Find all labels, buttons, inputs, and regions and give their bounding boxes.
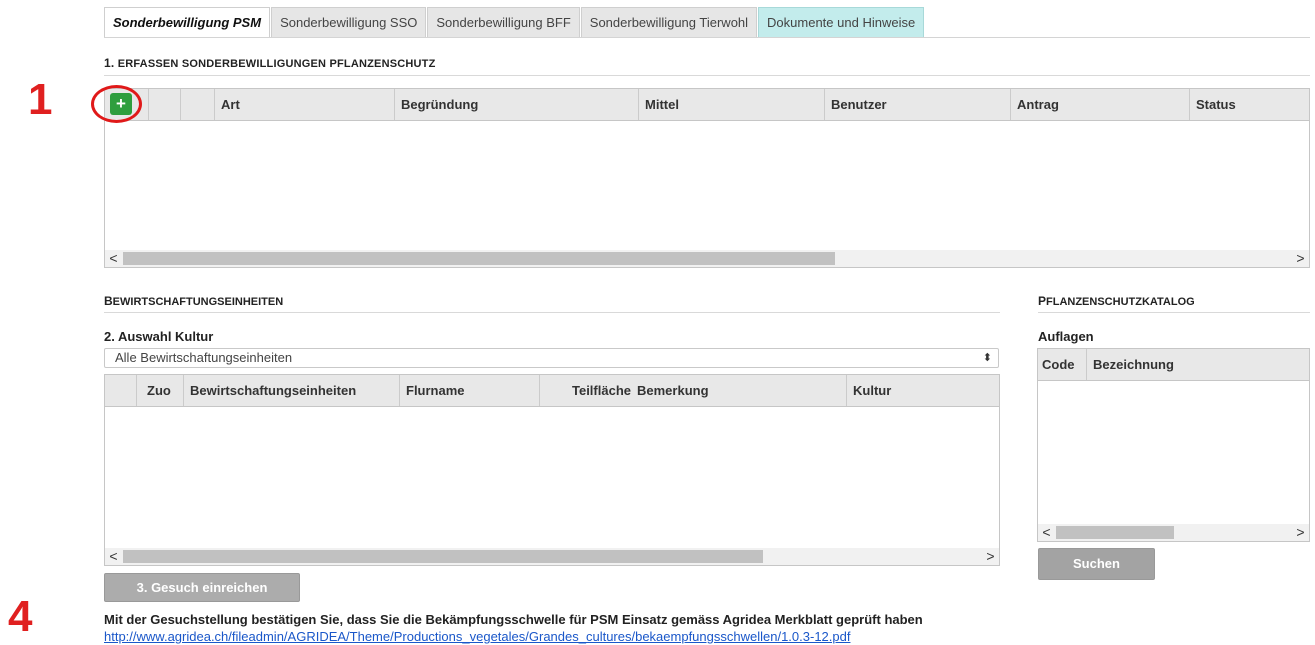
column-header-zuo[interactable]: Zuo (136, 375, 183, 406)
marker-1: 1 (28, 75, 53, 124)
grid-header: Zuo Bewirtschaftungseinheiten Flurname T… (105, 375, 999, 407)
agridea-merkblatt-link[interactable]: http://www.agridea.ch/fileadmin/AGRIDEA/… (104, 629, 850, 644)
grid-column-blank (148, 89, 180, 120)
grid-header: Code Bezeichnung (1038, 349, 1309, 381)
tab-divider (104, 37, 1310, 38)
scroll-left-icon[interactable]: < (105, 250, 122, 267)
select-value: Alle Bewirtschaftungseinheiten (115, 350, 293, 365)
scroll-left-icon[interactable]: < (1038, 524, 1055, 541)
section-divider (104, 75, 1310, 76)
column-header-begruendung[interactable]: Begründung (394, 89, 638, 120)
highlight-circle (91, 85, 142, 123)
column-header-bewirtschaftungseinheiten[interactable]: Bewirtschaftungseinheiten (183, 375, 399, 406)
grid-header: + Art Begründung Mittel Benutzer Antrag … (105, 89, 1309, 121)
gesuch-einreichen-button[interactable]: 3. Gesuch einreichen (104, 573, 300, 602)
sonderbewilligungen-grid: + Art Begründung Mittel Benutzer Antrag … (104, 88, 1310, 268)
horizontal-scrollbar[interactable]: < > (105, 250, 1309, 267)
tab-sonderbewilligung-sso[interactable]: Sonderbewilligung SSO (271, 7, 427, 37)
section-title-erfassen: 1. ERFASSEN SONDERBEWILLIGUNGEN PFLANZEN… (104, 56, 436, 70)
tab-sonderbewilligung-bff[interactable]: Sonderbewilligung BFF (427, 7, 580, 37)
scroll-right-icon[interactable]: > (982, 548, 999, 565)
column-header-code[interactable]: Code (1038, 349, 1086, 380)
column-header-antrag[interactable]: Antrag (1010, 89, 1189, 120)
column-header-benutzer[interactable]: Benutzer (824, 89, 1010, 120)
auflagen-grid: Code Bezeichnung < > (1037, 348, 1310, 542)
kultur-grid: Zuo Bewirtschaftungseinheiten Flurname T… (104, 374, 1000, 566)
confirmation-notice: Mit der Gesuchstellung bestätigen Sie, d… (104, 612, 923, 627)
scroll-right-icon[interactable]: > (1292, 524, 1309, 541)
column-header-flurname[interactable]: Flurname (399, 375, 539, 406)
bewirtschaftungseinheiten-select[interactable]: Alle Bewirtschaftungseinheiten ⬍ (104, 348, 999, 368)
section-title-bewirtschaftungseinheiten: BEWIRTSCHAFTUNGSEINHEITEN (104, 294, 284, 308)
scrollbar-thumb[interactable] (123, 252, 835, 265)
column-header-status[interactable]: Status (1189, 89, 1309, 120)
section-divider (1038, 312, 1310, 313)
section-divider (104, 312, 1000, 313)
column-header-teilflaeche[interactable]: Teilfläche (539, 375, 635, 406)
grid-column-blank (180, 89, 214, 120)
scroll-left-icon[interactable]: < (105, 548, 122, 565)
section-title-pflanzenschutzkatalog: PFLANZENSCHUTZKATALOG (1038, 294, 1195, 308)
auswahl-kultur-label: 2. Auswahl Kultur (104, 329, 214, 344)
column-header-kultur[interactable]: Kultur (846, 375, 999, 406)
auflagen-label: Auflagen (1038, 329, 1094, 344)
tab-dokumente-und-hinweise[interactable]: Dokumente und Hinweise (758, 7, 925, 37)
horizontal-scrollbar[interactable]: < > (1038, 524, 1309, 541)
column-header-bezeichnung[interactable]: Bezeichnung (1086, 349, 1309, 380)
column-header-bemerkung[interactable]: Bemerkung (635, 375, 846, 406)
scrollbar-thumb[interactable] (123, 550, 763, 563)
tab-bar: Sonderbewilligung PSM Sonderbewilligung … (104, 7, 925, 38)
horizontal-scrollbar[interactable]: < > (105, 548, 999, 565)
updown-arrow-icon: ⬍ (982, 352, 992, 364)
scroll-right-icon[interactable]: > (1292, 250, 1309, 267)
column-header-art[interactable]: Art (214, 89, 394, 120)
column-header-mittel[interactable]: Mittel (638, 89, 824, 120)
suchen-button[interactable]: Suchen (1038, 548, 1155, 580)
scrollbar-thumb[interactable] (1056, 526, 1174, 539)
tab-sonderbewilligung-psm[interactable]: Sonderbewilligung PSM (104, 7, 271, 37)
grid-column-blank (105, 375, 136, 406)
tab-sonderbewilligung-tierwohl[interactable]: Sonderbewilligung Tierwohl (580, 7, 758, 37)
marker-4: 4 (8, 592, 33, 641)
